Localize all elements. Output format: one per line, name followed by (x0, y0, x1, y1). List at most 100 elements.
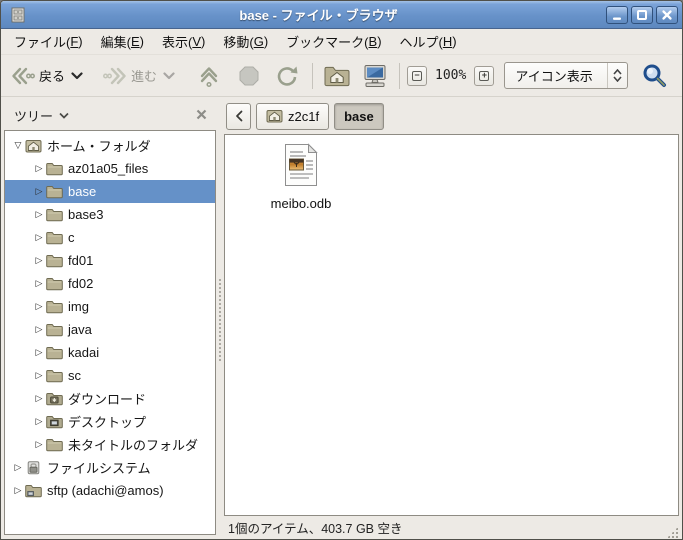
close-button[interactable] (656, 5, 678, 24)
menu-item[interactable]: 編集(E) (92, 29, 153, 54)
pane-splitter[interactable] (216, 100, 224, 539)
tree-row[interactable]: ▷ az01a05_files (5, 157, 215, 180)
menu-item[interactable]: ブックマーク(B) (277, 29, 390, 54)
tree-row[interactable]: ▷ fd01 (5, 249, 215, 272)
tree-row[interactable]: ▷ java (5, 318, 215, 341)
file-browser-window: base - ファイル・ブラウザ ファイル(F) 編集(E) 表示(V) 移動(G) ブ… (0, 0, 683, 540)
file-item[interactable]: meibo.odb (263, 143, 339, 211)
tree-row[interactable]: ▽ ホーム・フォルダ (5, 134, 215, 157)
menu-item[interactable]: 移動(G) (214, 29, 277, 54)
folder-icon (46, 323, 64, 337)
expander-collapsed-icon[interactable]: ▷ (32, 301, 46, 312)
tree-row[interactable]: ▷ c (5, 226, 215, 249)
view-mode-select[interactable]: アイコン表示 (504, 62, 628, 89)
up-button[interactable] (193, 61, 225, 91)
back-button[interactable]: 戻る (7, 61, 69, 91)
statusbar: 1個のアイテム、403.7 GB 空き (224, 516, 679, 539)
sidebar-close-button[interactable] (193, 107, 210, 124)
zoom-in-icon: + (479, 70, 490, 81)
expander-collapsed-icon[interactable]: ▷ (32, 416, 46, 427)
computer-button[interactable] (358, 61, 392, 91)
zoom-out-button[interactable]: − (407, 65, 428, 86)
forward-button[interactable]: 進む (99, 61, 161, 91)
download-folder-icon (46, 392, 64, 406)
expander-collapsed-icon[interactable]: ▷ (32, 439, 46, 450)
tree-item-label: base (64, 184, 101, 199)
up-icon (200, 66, 218, 87)
view-mode-value: アイコン表示 (515, 69, 593, 84)
search-button[interactable] (638, 60, 670, 92)
expander-collapsed-icon[interactable]: ▷ (32, 324, 46, 335)
tree-row[interactable]: ▷ kadai (5, 341, 215, 364)
sidebar-header: ツリー (4, 100, 216, 130)
file-view[interactable]: meibo.odb (224, 134, 679, 516)
expander-collapsed-icon[interactable]: ▷ (32, 232, 46, 243)
maximize-icon (637, 9, 647, 20)
sidebar: ツリー ▽ ホーム・フォルダ ▷ az01a05_files ▷ base ▷ base3 ▷ c… (4, 100, 216, 539)
tree-row[interactable]: ▷ fd02 (5, 272, 215, 295)
expander-collapsed-icon[interactable]: ▷ (32, 347, 46, 358)
menu-item[interactable]: 表示(V) (153, 29, 214, 54)
folder-icon (46, 208, 64, 222)
expander-collapsed-icon[interactable]: ▷ (32, 163, 46, 174)
menu-item[interactable]: ファイル(F) (5, 29, 92, 54)
tree-item-label: ダウンロード (68, 392, 147, 407)
minimize-icon (613, 17, 621, 20)
maximize-button[interactable] (631, 5, 653, 24)
tree-row[interactable]: ▷ base3 (5, 203, 215, 226)
folder-icon (46, 162, 64, 176)
expander-collapsed-icon[interactable]: ▷ (32, 278, 46, 289)
pathbar-back-button[interactable] (226, 102, 251, 130)
main-pane: z2c1f base meibo.odb 1個のアイテム、403.7 GB 空き (224, 100, 679, 539)
expander-collapsed-icon[interactable]: ▷ (32, 209, 46, 220)
folder-icon (46, 277, 64, 291)
titlebar[interactable]: base - ファイル・ブラウザ (1, 1, 682, 29)
computer-icon (364, 64, 386, 87)
close-icon (662, 9, 672, 20)
tree-row[interactable]: ▷ デスクトップ (5, 410, 215, 433)
expander-expanded-icon[interactable]: ▽ (11, 140, 25, 151)
file-name: meibo.odb (270, 196, 332, 211)
tree-row[interactable]: ▷ sc (5, 364, 215, 387)
back-icon (12, 67, 35, 84)
folder-icon (46, 185, 64, 199)
tree-row[interactable]: ▷ 未タイトルのフォルダ (5, 433, 215, 456)
expander-collapsed-icon[interactable]: ▷ (11, 485, 25, 496)
folder-icon (46, 300, 64, 314)
sidebar-mode-select[interactable]: ツリー (14, 106, 69, 125)
close-icon (196, 109, 207, 119)
tree-item-label: kadai (68, 345, 100, 360)
tree-row[interactable]: ▷ img (5, 295, 215, 318)
path-back-icon (235, 110, 242, 122)
forward-history-chevron-icon[interactable] (163, 67, 175, 85)
tree-row[interactable]: ▷ ダウンロード (5, 387, 215, 410)
resize-grip[interactable] (666, 526, 679, 539)
expander-collapsed-icon[interactable]: ▷ (32, 370, 46, 381)
search-icon (643, 64, 666, 87)
expander-collapsed-icon[interactable]: ▷ (11, 462, 25, 473)
folder-icon (46, 231, 64, 245)
combo-arrows-icon (606, 63, 627, 88)
folder-icon (46, 346, 64, 360)
minimize-button[interactable] (606, 5, 628, 24)
expander-collapsed-icon[interactable]: ▷ (32, 186, 46, 197)
back-history-chevron-icon[interactable] (71, 67, 83, 85)
stop-icon (239, 66, 259, 85)
home-button[interactable] (320, 62, 354, 90)
tree-row[interactable]: ▷ sftp (adachi@amos) (5, 479, 215, 502)
path-segment-button[interactable]: base (334, 102, 384, 130)
zoom-level: 100% (435, 68, 467, 83)
zoom-in-button[interactable]: + (474, 65, 495, 86)
tree-item-label: 未タイトルのフォルダ (68, 438, 199, 453)
tree-row[interactable]: ▷ base (5, 180, 215, 203)
statusbar-text: 1個のアイテム、403.7 GB 空き (228, 522, 403, 536)
tree-row[interactable]: ▷ ファイルシステム (5, 456, 215, 479)
expander-collapsed-icon[interactable]: ▷ (32, 255, 46, 266)
expander-collapsed-icon[interactable]: ▷ (32, 393, 46, 404)
stop-button[interactable] (233, 61, 265, 91)
path-segment-button[interactable]: z2c1f (256, 102, 330, 130)
menubar: ファイル(F) 編集(E) 表示(V) 移動(G) ブックマーク(B) ヘルプ(H) (1, 29, 682, 55)
tree-item-label: sc (68, 368, 81, 383)
reload-button[interactable] (271, 61, 305, 91)
menu-item[interactable]: ヘルプ(H) (391, 29, 466, 54)
